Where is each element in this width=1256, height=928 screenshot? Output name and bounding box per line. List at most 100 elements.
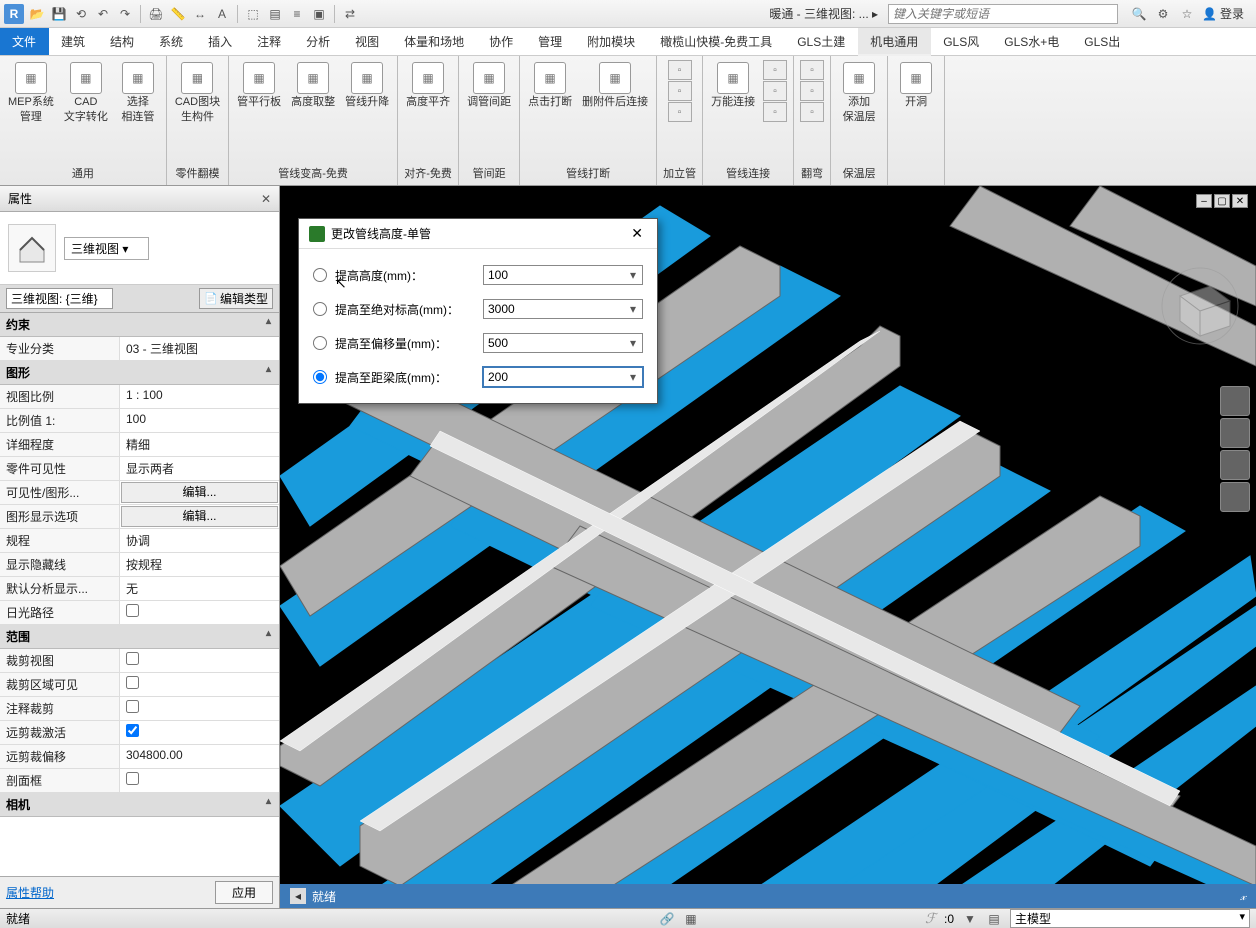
ribbon-button[interactable]: ▦高度平齐 bbox=[404, 60, 452, 111]
text-icon[interactable]: A bbox=[213, 5, 231, 23]
property-category[interactable]: 范围 bbox=[0, 625, 279, 649]
link-icon[interactable]: 🔗 bbox=[659, 911, 675, 927]
properties-help-link[interactable]: 属性帮助 bbox=[6, 884, 54, 901]
status-x-icon[interactable]: 𝓍 bbox=[1240, 889, 1246, 904]
property-checkbox[interactable] bbox=[126, 676, 139, 689]
small-button[interactable]: ▫ bbox=[800, 60, 824, 80]
property-value[interactable]: 按规程 bbox=[120, 553, 279, 576]
ribbon-button[interactable]: ▦管线升降 bbox=[343, 60, 391, 111]
view-selector-text[interactable]: 三维视图: {三维} bbox=[6, 288, 113, 309]
3d-icon[interactable]: ⬚ bbox=[244, 5, 262, 23]
apply-button[interactable]: 应用 bbox=[215, 881, 273, 904]
close-view-icon[interactable]: ✕ bbox=[1232, 194, 1248, 208]
orbit-icon[interactable] bbox=[1220, 482, 1250, 512]
tab-11[interactable]: 附加模块 bbox=[575, 28, 648, 55]
tab-3[interactable]: 系统 bbox=[147, 28, 196, 55]
ribbon-button[interactable]: ▦添加保温层 bbox=[837, 60, 881, 126]
print-icon[interactable]: 🖨 bbox=[147, 5, 165, 23]
measure-icon[interactable]: 📏 bbox=[169, 5, 187, 23]
dialog-value-combo[interactable]: 500 bbox=[483, 333, 643, 353]
sync-icon[interactable]: ⟲ bbox=[72, 5, 90, 23]
tab-4[interactable]: 插入 bbox=[196, 28, 245, 55]
small-button[interactable]: ▫ bbox=[763, 102, 787, 122]
option-icon[interactable]: ▤ bbox=[986, 911, 1002, 927]
close-panel-icon[interactable]: ✕ bbox=[261, 192, 271, 206]
property-checkbox[interactable] bbox=[126, 700, 139, 713]
tab-9[interactable]: 协作 bbox=[477, 28, 526, 55]
type-selector[interactable]: 三维视图 ▾ bbox=[0, 212, 279, 285]
property-value[interactable]: 无 bbox=[120, 577, 279, 600]
tab-6[interactable]: 分析 bbox=[294, 28, 343, 55]
worksets-icon[interactable]: ▦ bbox=[683, 911, 699, 927]
edit-type-button[interactable]: 📄 编辑类型 bbox=[199, 288, 273, 309]
main-model-combo[interactable]: 主模型 bbox=[1010, 909, 1250, 928]
property-checkbox[interactable] bbox=[126, 724, 139, 737]
star-icon[interactable]: ☆ bbox=[1178, 5, 1196, 23]
undo-icon[interactable]: ↶ bbox=[94, 5, 112, 23]
property-checkbox[interactable] bbox=[126, 772, 139, 785]
thin-lines-icon[interactable]: ≡ bbox=[288, 5, 306, 23]
tab-15[interactable]: GLS风 bbox=[931, 28, 992, 55]
ribbon-button[interactable]: ▦点击打断 bbox=[526, 60, 574, 111]
small-button[interactable]: ▫ bbox=[668, 102, 692, 122]
property-value[interactable]: 304800.00 bbox=[120, 745, 279, 768]
binoculars-icon[interactable]: 🔍 bbox=[1130, 5, 1148, 23]
property-edit-button[interactable]: 编辑... bbox=[121, 506, 278, 527]
dialog-titlebar[interactable]: 更改管线高度-单管 ✕ bbox=[299, 219, 657, 249]
select-icon[interactable]: ℱ bbox=[925, 910, 936, 927]
tab-10[interactable]: 管理 bbox=[526, 28, 575, 55]
property-value[interactable]: 显示两者 bbox=[120, 457, 279, 480]
dialog-radio[interactable] bbox=[313, 336, 327, 350]
property-value[interactable]: 1 : 100 bbox=[120, 385, 279, 408]
app-logo[interactable]: R bbox=[4, 4, 24, 24]
tab-14[interactable]: 机电通用 bbox=[858, 28, 931, 56]
save-icon[interactable]: 💾 bbox=[50, 5, 68, 23]
steering-wheel-icon[interactable] bbox=[1220, 386, 1250, 416]
tab-0[interactable]: 文件 bbox=[0, 28, 49, 55]
dialog-radio[interactable] bbox=[313, 268, 327, 282]
ribbon-button[interactable]: ▦MEP系统管理 bbox=[6, 60, 56, 126]
property-checkbox[interactable] bbox=[126, 652, 139, 665]
pan-icon[interactable] bbox=[1220, 418, 1250, 448]
section-icon[interactable]: ▤ bbox=[266, 5, 284, 23]
ribbon-button[interactable]: ▦选择相连管 bbox=[116, 60, 160, 126]
tab-1[interactable]: 建筑 bbox=[49, 28, 98, 55]
property-edit-button[interactable]: 编辑... bbox=[121, 482, 278, 503]
zoom-icon[interactable] bbox=[1220, 450, 1250, 480]
minimize-icon[interactable]: – bbox=[1196, 194, 1212, 208]
small-button[interactable]: ▫ bbox=[800, 81, 824, 101]
small-button[interactable]: ▫ bbox=[668, 81, 692, 101]
dialog-close-icon[interactable]: ✕ bbox=[627, 225, 647, 242]
redo-icon[interactable]: ↷ bbox=[116, 5, 134, 23]
ribbon-button[interactable]: ▦开洞 bbox=[894, 60, 938, 111]
maximize-icon[interactable]: ▢ bbox=[1214, 194, 1230, 208]
tab-7[interactable]: 视图 bbox=[343, 28, 392, 55]
property-value[interactable]: 03 - 三维视图 bbox=[120, 337, 279, 360]
ribbon-button[interactable]: ▦删附件后连接 bbox=[580, 60, 650, 111]
tab-8[interactable]: 体量和场地 bbox=[392, 28, 477, 55]
property-checkbox[interactable] bbox=[126, 604, 139, 617]
type-combo[interactable]: 三维视图 ▾ bbox=[64, 237, 149, 260]
small-button[interactable]: ▫ bbox=[763, 81, 787, 101]
dialog-value-combo[interactable]: 3000 bbox=[483, 299, 643, 319]
ribbon-button[interactable]: ▦万能连接 bbox=[709, 60, 757, 111]
property-category[interactable]: 图形 bbox=[0, 361, 279, 385]
login-button[interactable]: 👤 登录 bbox=[1202, 5, 1244, 22]
filter-icon[interactable]: ▼ bbox=[962, 911, 978, 927]
viewcube[interactable] bbox=[1160, 266, 1240, 346]
open-icon[interactable]: 📂 bbox=[28, 5, 46, 23]
dimension-icon[interactable]: ↔ bbox=[191, 5, 209, 23]
property-value[interactable]: 精细 bbox=[120, 433, 279, 456]
ribbon-button[interactable]: ▦管平行板 bbox=[235, 60, 283, 111]
scroll-left-icon[interactable]: ◂ bbox=[290, 888, 306, 904]
tab-17[interactable]: GLS出 bbox=[1072, 28, 1133, 55]
dialog-radio[interactable] bbox=[313, 370, 327, 384]
tab-13[interactable]: GLS土建 bbox=[785, 28, 858, 55]
small-button[interactable]: ▫ bbox=[763, 60, 787, 80]
switch-icon[interactable]: ⇄ bbox=[341, 5, 359, 23]
ribbon-button[interactable]: ▦CAD图块生构件 bbox=[173, 60, 222, 126]
tab-5[interactable]: 注释 bbox=[245, 28, 294, 55]
small-button[interactable]: ▫ bbox=[668, 60, 692, 80]
close-window-icon[interactable]: ▣ bbox=[310, 5, 328, 23]
ribbon-button[interactable]: ▦调管间距 bbox=[465, 60, 513, 111]
